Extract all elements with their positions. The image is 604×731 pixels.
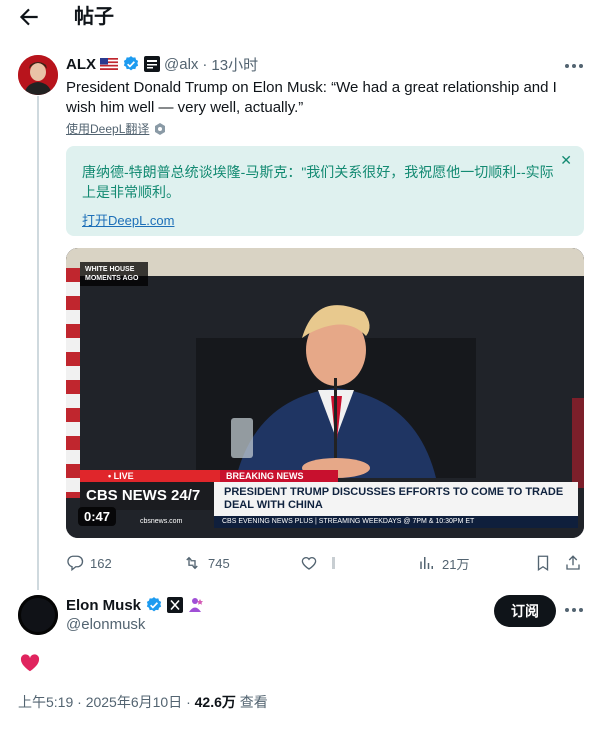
retweet-count: 745 [208, 555, 230, 571]
heart-outline-icon [301, 557, 317, 570]
red-heart-icon [20, 654, 40, 672]
x-logo-icon [167, 597, 184, 613]
retweet-button[interactable]: 745 [182, 552, 230, 574]
reply-header: Elon Musk [66, 595, 205, 615]
avatar-musk-image [18, 595, 58, 635]
video-speaker-figure [196, 305, 476, 478]
views-button[interactable]: 21万 [418, 552, 469, 574]
reply-count: 162 [90, 555, 112, 571]
bookmark-button[interactable] [534, 552, 558, 574]
more-options-icon[interactable] [562, 600, 586, 620]
reply-view-count: 42.6万 [194, 694, 236, 710]
reply-timestamp: 上午5:19 · 2025年6月10日 · 42.6万 查看 [18, 692, 268, 712]
like-count-redacted [332, 557, 335, 569]
open-deepl-link[interactable]: 打开DeepL.com [82, 210, 174, 229]
share-icon [566, 555, 580, 570]
video-domain: cbsnews.com [140, 518, 183, 525]
post-text: President Donald Trump on Elon Musk: “We… [66, 79, 557, 116]
reply-author-handle[interactable]: @elonmusk [66, 616, 145, 633]
views-count: 21万 [442, 556, 470, 572]
reply-time[interactable]: 上午5:19 · 2025年6月10日 · [18, 694, 195, 710]
share-button[interactable] [564, 552, 588, 574]
close-icon[interactable]: ✕ [560, 152, 572, 169]
purple-figure-icon [189, 598, 204, 612]
video-corner-label: WHITE HOUSE MOMENTS AGO [80, 262, 148, 286]
translate-link[interactable]: 使用DeepL翻译 [66, 120, 167, 137]
top-bar: 帖子 [0, 0, 604, 34]
reply-author-name[interactable]: Elon Musk [66, 597, 141, 614]
avatar-alx-image [18, 55, 58, 95]
video-duration: 0:47 [78, 507, 117, 526]
back-arrow-icon[interactable] [16, 4, 42, 30]
translation-text: 唐纳德-特朗普总统谈埃隆-马斯克："我们关系很好，我祝愿他一切顺利--实际上是非… [82, 164, 554, 200]
reply-icon [67, 555, 84, 572]
affiliate-badge-icon [144, 56, 160, 72]
reply-button[interactable]: 162 [66, 552, 112, 574]
video-lower-third: • LIVE BREAKING NEWS CBS NEWS 24/7 PRESI… [80, 470, 580, 530]
reply-views-label: 查看 [235, 694, 268, 710]
breaking-news-label: BREAKING NEWS [220, 470, 338, 482]
network-label: CBS NEWS 24/7 [80, 482, 214, 510]
us-flag-icon [100, 58, 118, 70]
translation-panel: 唐纳德-特朗普总统谈埃隆-马斯克："我们关系很好，我祝愿他一切顺利--实际上是非… [66, 146, 584, 236]
avatar[interactable] [18, 55, 58, 95]
more-options-icon[interactable] [562, 56, 586, 76]
author-handle[interactable]: @alx [164, 56, 198, 73]
verified-badge-icon [123, 56, 139, 71]
views-icon [420, 557, 433, 569]
retweet-icon [186, 556, 198, 570]
subscribe-button[interactable]: 订阅 [494, 595, 556, 627]
like-button[interactable] [300, 552, 335, 574]
verified-badge-icon [146, 597, 162, 612]
live-label: • LIVE [80, 470, 220, 482]
video-flag [66, 268, 80, 498]
video-headline: PRESIDENT TRUMP DISCUSSES EFFORTS TO COM… [214, 482, 578, 516]
action-bar: 162 745 21万 [66, 552, 584, 574]
video-player[interactable]: WHITE HOUSE MOMENTS AGO • LIVE BREAKING … [66, 248, 584, 538]
post-time[interactable]: 13小时 [211, 54, 258, 75]
avatar[interactable] [18, 595, 58, 635]
author-name[interactable]: ALX [66, 56, 96, 73]
deepl-icon [155, 122, 166, 135]
tweet-header: ALX @alx · 13小时 [66, 54, 258, 74]
separator-dot: · [202, 55, 208, 73]
page-title: 帖子 [74, 6, 114, 28]
video-ticker: CBS EVENING NEWS PLUS | STREAMING WEEKDA… [214, 516, 578, 528]
translate-label[interactable]: 使用DeepL翻译 [66, 120, 149, 137]
thread-connector-line [37, 96, 39, 590]
bookmark-icon [537, 555, 549, 572]
